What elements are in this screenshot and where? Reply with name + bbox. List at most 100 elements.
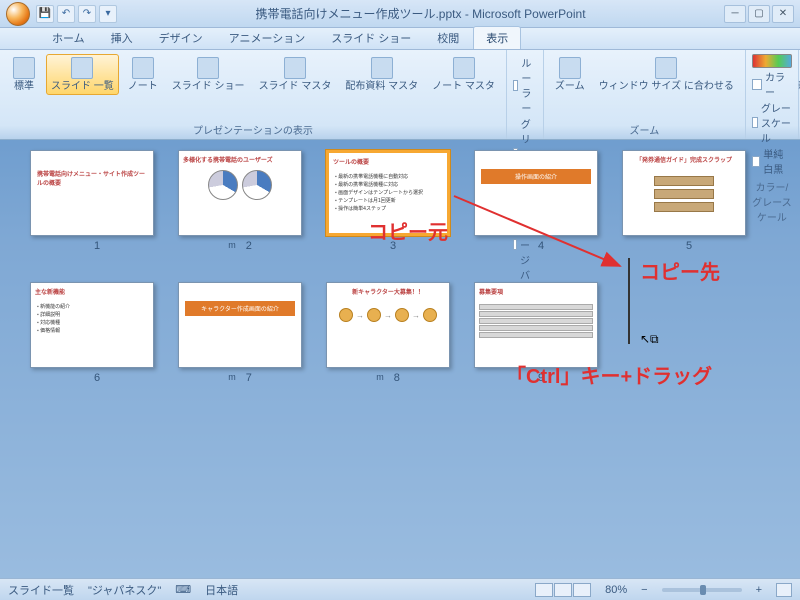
ribbon-group-3: カラーグレースケール単純白黒カラー/グレースケール	[746, 50, 799, 139]
notes-master-label: ノート マスタ	[432, 81, 495, 92]
slide-number: m2	[228, 240, 252, 252]
qat-redo[interactable]: ↷	[78, 5, 96, 23]
zoom-out[interactable]: −	[641, 584, 647, 596]
cursor-copy-icon: ↖⧉	[640, 332, 659, 347]
fit-to-window-btn[interactable]	[776, 583, 792, 597]
slide-show-label: スライド ショー	[172, 81, 245, 92]
slide-number: m8	[376, 372, 400, 384]
tab-表示[interactable]: 表示	[473, 26, 521, 49]
slide-sorter-area[interactable]: 携帯電話向けメニュー・サイト作成ツールの概要 1 多様化する携帯電話のユーザーズ m2…	[0, 140, 800, 570]
zoom-in[interactable]: +	[756, 584, 762, 596]
slide-1[interactable]: 携帯電話向けメニュー・サイト作成ツールの概要	[30, 150, 154, 236]
ribbon-group-2: ズームウィンドウ サイズ に合わせるズーム	[544, 50, 746, 139]
slide-thumb-5[interactable]: 「発券通信ガイド」完成スクラップ 5	[622, 150, 746, 252]
window-title: 携帯電話向けメニュー作成ツール.pptx - Microsoft PowerPo…	[117, 5, 724, 22]
slide-show[interactable]: スライド ショー	[167, 54, 250, 95]
zoom-slider[interactable]	[662, 588, 742, 592]
office-button[interactable]	[6, 2, 30, 26]
handout-master[interactable]: 配布資料 マスタ	[340, 54, 423, 95]
slide-7[interactable]: キャラクター作成画面の紹介	[178, 282, 302, 368]
slide-number: 6	[84, 372, 100, 384]
qat-save[interactable]: 💾	[36, 5, 54, 23]
view-show-btn[interactable]	[573, 583, 591, 597]
view-buttons[interactable]	[535, 583, 591, 597]
fit-window-icon	[655, 57, 677, 79]
zoom-label: ズーム	[555, 81, 585, 92]
ruler-check-box[interactable]	[513, 80, 518, 91]
fit-window-label: ウィンドウ サイズ に合わせる	[599, 81, 734, 92]
slide-5[interactable]: 「発券通信ガイド」完成スクラップ	[622, 150, 746, 236]
slide-thumb-6[interactable]: 主な新機能新機能の紹介詳細説明対応機種価格情報 6	[30, 282, 154, 384]
status-lang: 日本語	[205, 582, 238, 598]
color-swatch	[752, 54, 792, 68]
ribbon-tabs: ホーム挿入デザインアニメーションスライド ショー校閲表示	[0, 28, 800, 50]
tab-校閲[interactable]: 校閲	[425, 27, 471, 49]
slide-thumb-2[interactable]: 多様化する携帯電話のユーザーズ m2	[178, 150, 302, 252]
insertion-caret	[628, 258, 630, 344]
slide-sorter[interactable]: スライド 一覧	[46, 54, 119, 95]
notes-page[interactable]: ノート	[123, 54, 163, 95]
status-view: スライド一覧	[8, 582, 74, 598]
slide-3[interactable]: ツールの概要最新の携帯電話機種に自動対応最新の携帯電話機種に対応画面デザインはテ…	[326, 150, 450, 236]
tab-スライド ショー[interactable]: スライド ショー	[319, 27, 423, 49]
view-normal-btn[interactable]	[535, 583, 553, 597]
normal-view-icon	[13, 57, 35, 79]
window-controls: ─ ▢ ✕	[724, 5, 794, 23]
tab-挿入[interactable]: 挿入	[99, 27, 145, 49]
quick-access-toolbar: 💾 ↶ ↷ ▾	[36, 5, 117, 23]
notes-page-icon	[132, 57, 154, 79]
handout-master-icon	[371, 57, 393, 79]
group-label: ズーム	[550, 120, 739, 137]
slide-number: 9	[528, 372, 544, 384]
slide-4[interactable]: 操作画面の紹介	[474, 150, 598, 236]
slide-number: 3	[380, 240, 396, 252]
normal-view[interactable]: 標準	[6, 54, 42, 95]
slide-thumb-9[interactable]: 募集要項 9	[474, 282, 598, 384]
slide-master-label: スライド マスタ	[259, 81, 332, 92]
ruler-check[interactable]: ルーラー	[513, 55, 537, 115]
color-mode[interactable]: カラー	[752, 69, 792, 99]
slide-grid: 携帯電話向けメニュー・サイト作成ツールの概要 1 多様化する携帯電話のユーザーズ m2…	[30, 150, 770, 384]
notes-master[interactable]: ノート マスタ	[427, 54, 500, 95]
slide-thumb-7[interactable]: キャラクター作成画面の紹介 m7	[178, 282, 302, 384]
slide-thumb-1[interactable]: 携帯電話向けメニュー・サイト作成ツールの概要 1	[30, 150, 154, 252]
close-button[interactable]: ✕	[772, 5, 794, 23]
grayscale-mode[interactable]: グレースケール	[752, 100, 792, 145]
zoom[interactable]: ズーム	[550, 54, 590, 95]
ribbon-group-1: ルーラーグリッド線メッセージ バー表示/非表示	[507, 50, 544, 139]
slide-master[interactable]: スライド マスタ	[254, 54, 337, 95]
slide-master-icon	[284, 57, 306, 79]
slide-number: 1	[84, 240, 100, 252]
slide-number: 5	[676, 240, 692, 252]
slide-9[interactable]: 募集要項	[474, 282, 598, 368]
minimize-button[interactable]: ─	[724, 5, 746, 23]
status-bar: スライド一覧 "ジャパネスク" ⌨ 日本語 80% − +	[0, 578, 800, 600]
status-lang-icon: ⌨	[175, 583, 191, 596]
titlebar: 💾 ↶ ↷ ▾ 携帯電話向けメニュー作成ツール.pptx - Microsoft…	[0, 0, 800, 28]
slide-number: 4	[528, 240, 544, 252]
normal-view-label: 標準	[14, 81, 34, 92]
qat-more[interactable]: ▾	[99, 5, 117, 23]
slide-sorter-label: スライド 一覧	[51, 81, 114, 92]
slide-show-icon	[197, 57, 219, 79]
qat-undo[interactable]: ↶	[57, 5, 75, 23]
slide-sorter-icon	[71, 57, 93, 79]
slide-thumb-8[interactable]: 新キャラクター大募集！！→→→ m8	[326, 282, 450, 384]
notes-page-label: ノート	[128, 81, 158, 92]
tab-デザイン[interactable]: デザイン	[147, 27, 215, 49]
view-sorter-btn[interactable]	[554, 583, 572, 597]
maximize-button[interactable]: ▢	[748, 5, 770, 23]
fit-window[interactable]: ウィンドウ サイズ に合わせる	[594, 54, 739, 95]
tab-ホーム[interactable]: ホーム	[40, 27, 97, 49]
tab-アニメーション[interactable]: アニメーション	[217, 27, 318, 49]
slide-thumb-4[interactable]: 操作画面の紹介 4	[474, 150, 598, 252]
slide-number: m7	[228, 372, 252, 384]
slide-2[interactable]: 多様化する携帯電話のユーザーズ	[178, 150, 302, 236]
zoom-icon	[559, 57, 581, 79]
ribbon-group-0: 標準 スライド 一覧 ノート スライド ショー スライド マスタ配布資料 マスタノート …	[0, 50, 507, 139]
slide-8[interactable]: 新キャラクター大募集！！→→→	[326, 282, 450, 368]
group-label: プレゼンテーションの表示	[6, 120, 500, 137]
slide-thumb-3[interactable]: ツールの概要最新の携帯電話機種に自動対応最新の携帯電話機種に対応画面デザインはテ…	[326, 150, 450, 252]
status-theme: "ジャパネスク"	[88, 582, 161, 598]
slide-6[interactable]: 主な新機能新機能の紹介詳細説明対応機種価格情報	[30, 282, 154, 368]
